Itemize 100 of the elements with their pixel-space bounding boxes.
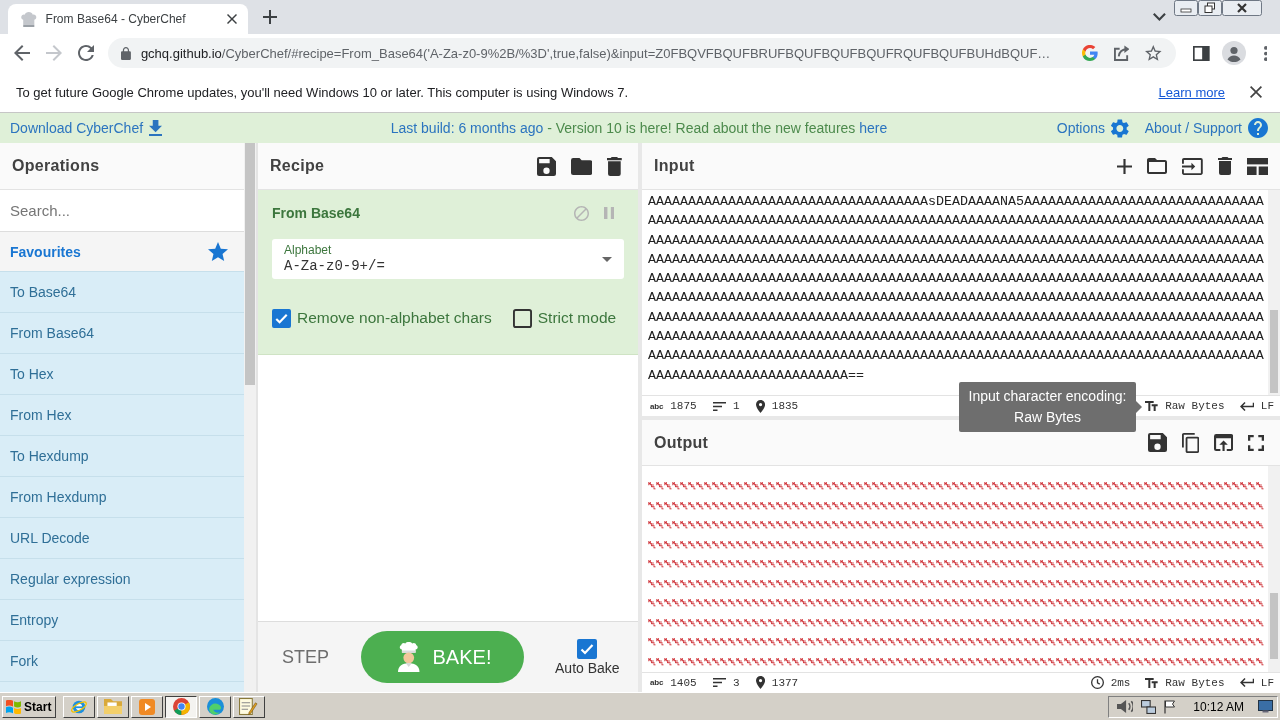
chef-icon	[398, 642, 420, 672]
category-header[interactable]: Favourites	[0, 232, 244, 271]
download-link[interactable]: Download CyberChef	[10, 120, 163, 136]
eol-selector[interactable]: LF	[1239, 676, 1274, 689]
star-icon	[208, 242, 228, 261]
input-text-area[interactable]: AAAAAAAAAAAAAAAAAAAAAAAAAAAAAAAAAAAsDEADAAAANA5AAAAAAAAAAAAAAAAAAAAAAAAAAAAAA AAAAAAAAAAAAAAAAAAAAAAAAAAAAAAAAAAAAAAAAAAAAAAAAAAAAAAAAAAAAAAAAAAAAAAAAAAAAA AAAAAAAAAAAAAAAAAAAAAAAAAAAAAAAAAAAAAAAAAAAAAAAAAAAAAAAAAAAAAAAAAAAAAAAAAAAAA AAAAAAAAAAAAAAAAAAAAAAAAAAAAAAAAAAAAAAAAAAAAAAAAAAAAAAAAAAAAAAAAAAAAAAAAAAAAA AAAAAAAAAAAAAAAAAAAAAAAAAAAAAAAAAAAAAAAAAAAAAAAAAAAAAAAAAAAAAAAAAAAAAAAAAAAAA AAAAAAAAAAAAAAAAAAAAAAAAAAAAAAAAAAAAAAAAAAAAAAAAAAAAAAAAAAAAAAAAAAAAAAAAAAAAA AAAAAAAAAAAAAAAAAAAAAAAAAAAAAAAAAAAAAAAAAAAAAAAAAAAAAAAAAAAAAAAAAAAAAAAAAAAAA AAAAAAAAAAAAAAAAAAAAAAAAAAAAAAAAAAAAAAAAAAAAAAAAAAAAAAAAAAAAAAAAAAAAAAAAAAAAA AAAAAAAAAAAAAAAAAAAAAAAAAAAAAAAAAAAAAAAAAAAAAAAAAAAAAAAAAAAAAAAAAAAAAAAAAAAAA AAAAAAAAAAAAAAAAAAAAAAAAA==	[642, 190, 1268, 385]
panel-title: Input	[654, 157, 695, 175]
menu-icon[interactable]	[1263, 45, 1268, 61]
star-outline-icon[interactable]	[1145, 45, 1162, 61]
encoding-selector[interactable]: Raw Bytes	[1145, 400, 1225, 412]
operation-item[interactable]: Entropy	[0, 599, 244, 640]
tooltip: Input character encoding: Raw Bytes	[959, 382, 1142, 432]
folder-icon	[103, 699, 123, 714]
options-link[interactable]: Options	[1056, 118, 1129, 138]
chevron-down-icon[interactable]	[1153, 13, 1166, 21]
clock-text: 10:12 AM	[1193, 699, 1244, 714]
operation-item[interactable]: To Base64	[0, 271, 244, 312]
text-size-icon	[1145, 401, 1159, 411]
download-icon	[149, 120, 163, 136]
operation-item[interactable]: To Hexdump	[0, 435, 244, 476]
operation-title: From Base64	[272, 205, 360, 221]
operation-item[interactable]: From Base64	[0, 312, 244, 353]
box-arrow-up-icon[interactable]	[1213, 434, 1233, 451]
scrollbar-thumb[interactable]	[245, 143, 255, 385]
encoding-selector[interactable]: Raw Bytes	[1145, 676, 1225, 689]
location-pin-icon	[755, 399, 765, 413]
arrow-into-box-icon[interactable]	[1182, 157, 1203, 175]
folder-icon[interactable]	[1147, 158, 1167, 174]
copy-icon[interactable]	[1181, 432, 1199, 453]
lock-icon	[121, 46, 131, 60]
fullscreen-icon[interactable]	[1248, 434, 1264, 451]
minimize-icon[interactable]	[1174, 0, 1198, 16]
save-icon[interactable]	[1147, 433, 1167, 452]
panel-title: Recipe	[270, 157, 325, 175]
abc-label: abc	[650, 678, 664, 687]
chef-hat-icon	[21, 11, 37, 27]
operation-item[interactable]: To Hex	[0, 353, 244, 394]
learn-more-link[interactable]: Learn more	[1158, 84, 1225, 100]
trash-icon[interactable]	[607, 156, 622, 176]
reload-icon[interactable]	[78, 45, 94, 61]
restore-icon[interactable]	[1198, 0, 1222, 16]
scrollbar-thumb[interactable]	[1270, 310, 1278, 393]
operation-card[interactable]: From Base64 Alphabet A-Za-z0-9+/= Remove non-alphabet chars Strict mode	[258, 190, 638, 355]
checkbox[interactable]	[272, 308, 291, 328]
volume-icon[interactable]	[1116, 700, 1134, 713]
checkbox[interactable]	[577, 638, 598, 659]
start-button[interactable]: Start	[2, 695, 56, 718]
char-count: 1405	[670, 676, 697, 689]
flag-logo-icon	[6, 699, 22, 714]
panel-title: Operations	[0, 143, 244, 190]
settings-icon	[1111, 118, 1129, 138]
clock-icon	[1090, 676, 1104, 689]
abc-label: abc	[650, 401, 664, 411]
operation-item[interactable]: From Hexdump	[0, 476, 244, 517]
back-icon[interactable]	[14, 45, 30, 61]
g-logo-icon[interactable]	[1082, 45, 1098, 61]
flag-icon[interactable]	[1164, 699, 1176, 714]
layout-icon[interactable]	[1246, 157, 1268, 175]
trash-icon[interactable]	[1217, 157, 1232, 175]
text-size-icon	[1145, 677, 1159, 688]
build-notice: Last build: 6 months ago - Version 10 is here! Read about the new features here	[390, 120, 888, 136]
operation-item[interactable]: From Hex	[0, 394, 244, 435]
checkbox-label: Auto Bake	[555, 659, 620, 676]
checkbox[interactable]	[512, 308, 532, 328]
lines-icon	[712, 401, 727, 411]
network-icon[interactable]	[1141, 699, 1157, 714]
panel-title: Output	[654, 433, 709, 452]
operation-item[interactable]: URL Decode	[0, 517, 244, 558]
here-link[interactable]: here	[859, 120, 888, 136]
eol-selector[interactable]: LF	[1239, 400, 1274, 412]
close-icon[interactable]	[227, 14, 237, 24]
bake-time: 2ms	[1110, 676, 1131, 689]
notepad-icon	[239, 698, 259, 715]
close-icon[interactable]	[1250, 86, 1262, 98]
ring-logo-icon	[172, 698, 190, 715]
step-button[interactable]: STEP	[282, 646, 329, 668]
plus-icon[interactable]	[1117, 158, 1132, 174]
line-count: 3	[733, 676, 740, 689]
avatar-icon[interactable]	[1221, 41, 1246, 65]
side-panel-icon[interactable]	[1193, 45, 1210, 61]
bake-button[interactable]: BAKE!	[361, 631, 524, 683]
close-icon[interactable]	[1222, 0, 1262, 16]
char-count: 1875	[670, 400, 697, 412]
browser-tab[interactable]: From Base64 - CyberChef	[8, 4, 248, 34]
help-icon	[1248, 118, 1268, 138]
cursor-position: 1835	[771, 400, 799, 412]
cursor-position: 1377	[771, 676, 799, 689]
wave-logo-icon	[206, 698, 224, 715]
taskbar-button[interactable]	[165, 695, 197, 718]
about-support-link[interactable]: About / Support	[1144, 118, 1268, 138]
share-icon[interactable]	[1113, 45, 1130, 61]
operation-item[interactable]: Regular expression	[0, 558, 244, 599]
operation-item[interactable]: Fork	[0, 640, 244, 681]
folder-icon[interactable]	[571, 157, 593, 175]
save-icon[interactable]	[537, 156, 556, 176]
scrollbar-thumb[interactable]	[1270, 593, 1278, 659]
plus-icon[interactable]	[263, 10, 277, 24]
show-desktop-icon[interactable]	[1258, 700, 1273, 713]
return-arrow-icon	[1239, 678, 1254, 687]
alphabet-dropdown[interactable]: Alphabet A-Za-z0-9+/=	[272, 239, 624, 279]
